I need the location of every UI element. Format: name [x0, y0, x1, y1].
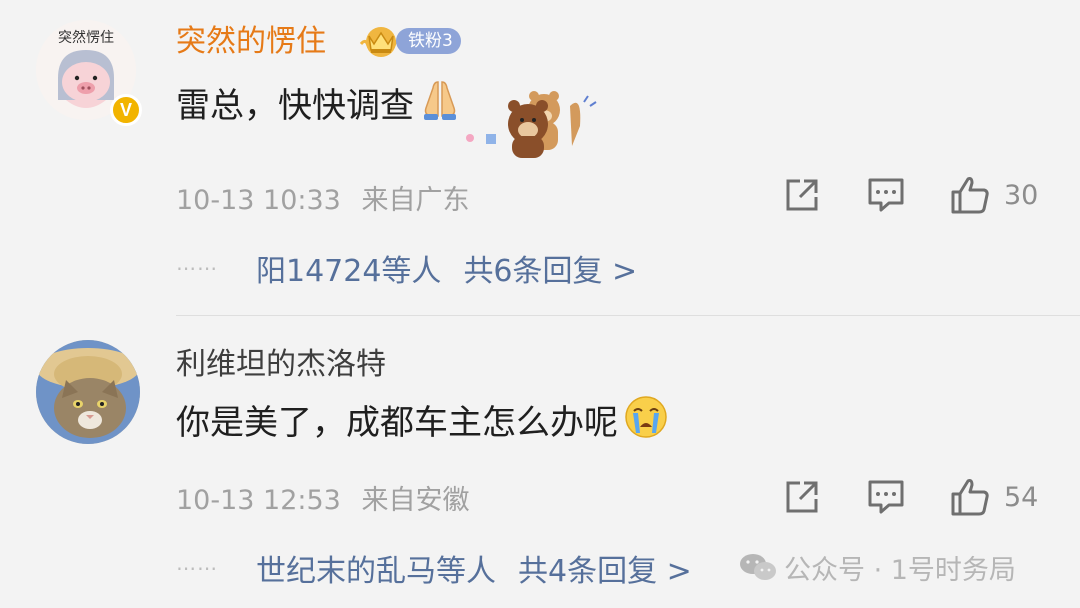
comment-text-body: 你是美了，成都车主怎么办呢	[176, 402, 618, 443]
svg-text:突然愣住: 突然愣住	[58, 29, 114, 46]
crying-emoji	[624, 395, 668, 450]
fan-badge-label: 铁粉3	[396, 28, 461, 54]
comment-location: 来自安徽	[361, 485, 470, 516]
watermark-text: 公众号 · 1号时务局	[784, 554, 1016, 586]
pray-emoji	[420, 78, 460, 133]
fan-badge[interactable]: 铁粉3	[358, 24, 461, 58]
like-button[interactable]: 30	[950, 172, 1050, 218]
comment-text-body: 雷总，快快调查	[176, 85, 414, 126]
comment-icon	[868, 178, 904, 212]
thumbs-up-icon	[951, 177, 989, 214]
comment-text: 你是美了，成都车主怎么办呢	[176, 395, 668, 450]
comment-item: 突然愣住 V 突然的愣住 铁粉3 雷总，快快调查 10-13 10:33 来自广…	[0, 0, 1080, 316]
share-button[interactable]	[782, 474, 822, 520]
cat-avatar-icon	[36, 340, 140, 444]
reply-users: 阳14724等人	[256, 254, 442, 289]
reply-button[interactable]	[866, 172, 906, 218]
bear-sticker	[460, 66, 600, 162]
comment-time: 10-13 10:33	[176, 185, 341, 216]
comment-location: 来自广东	[361, 185, 470, 216]
reply-dots: ⋯⋯	[176, 256, 218, 280]
like-count: 54	[1004, 481, 1039, 513]
reply-dots: ⋯⋯	[176, 556, 218, 580]
view-replies-link[interactable]: ⋯⋯ 阳14724等人 共6条回复 >	[176, 246, 637, 290]
reply-count: 共6条回复 >	[463, 254, 638, 289]
share-button[interactable]	[782, 172, 822, 218]
comment-meta: 10-13 10:33 来自广东	[176, 178, 469, 217]
like-button[interactable]: 54	[950, 474, 1050, 520]
comment-time: 10-13 12:53	[176, 485, 341, 516]
like-count: 30	[1004, 179, 1039, 211]
comment-list: 突然愣住 V 突然的愣住 铁粉3 雷总，快快调查 10-13 10:33 来自广…	[0, 0, 1080, 608]
view-replies-link[interactable]: ⋯⋯ 世纪末的乱马等人 共4条回复 >	[176, 546, 692, 590]
share-icon	[786, 179, 818, 211]
thumbs-up-icon	[951, 479, 989, 516]
avatar[interactable]	[36, 340, 140, 444]
share-icon	[786, 481, 818, 513]
reply-button[interactable]	[866, 474, 906, 520]
username[interactable]: 突然的愣住	[176, 24, 326, 60]
comment-text: 雷总，快快调查	[176, 78, 460, 133]
wechat-icon	[740, 554, 776, 580]
comment-icon	[868, 480, 904, 514]
reply-count: 共4条回复 >	[518, 554, 692, 589]
reply-users: 世纪末的乱马等人	[256, 554, 496, 589]
watermark: 公众号 · 1号时务局	[738, 548, 1016, 586]
verified-badge: V	[110, 94, 142, 126]
username[interactable]: 利维坦的杰洛特	[176, 347, 386, 383]
comment-meta: 10-13 12:53 来自安徽	[176, 478, 469, 517]
